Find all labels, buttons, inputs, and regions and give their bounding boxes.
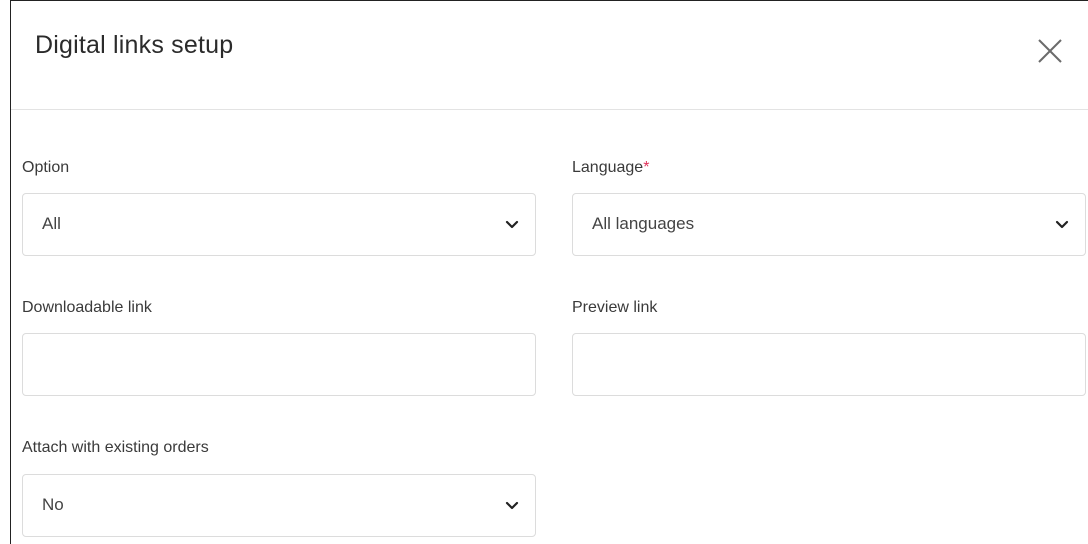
- attach-existing-orders-label: Attach with existing orders: [22, 439, 209, 456]
- chevron-down-icon: [505, 220, 519, 229]
- option-select-value: All: [42, 214, 61, 233]
- chevron-down-icon: [505, 501, 519, 510]
- downloadable-link-input[interactable]: [22, 333, 536, 396]
- close-icon[interactable]: [1036, 37, 1064, 65]
- language-select-value: All languages: [592, 214, 695, 233]
- modal-header: Digital links setup: [11, 1, 1088, 110]
- preview-link-input[interactable]: [572, 333, 1086, 396]
- language-label: Language*: [572, 159, 649, 177]
- attach-existing-orders-select[interactable]: No: [22, 474, 536, 537]
- language-label-text: Language: [572, 159, 644, 176]
- preview-link-label: Preview link: [572, 299, 658, 316]
- language-select[interactable]: All languages: [572, 193, 1086, 256]
- downloadable-link-label: Downloadable link: [22, 299, 152, 316]
- option-label: Option: [22, 159, 70, 176]
- required-mark: *: [643, 159, 650, 176]
- digital-links-modal: Digital links setup Option All Language*…: [10, 0, 1088, 544]
- chevron-down-icon: [1055, 220, 1069, 229]
- modal-title: Digital links setup: [35, 31, 234, 59]
- attach-existing-orders-value: No: [42, 495, 64, 514]
- option-select[interactable]: All: [22, 193, 536, 256]
